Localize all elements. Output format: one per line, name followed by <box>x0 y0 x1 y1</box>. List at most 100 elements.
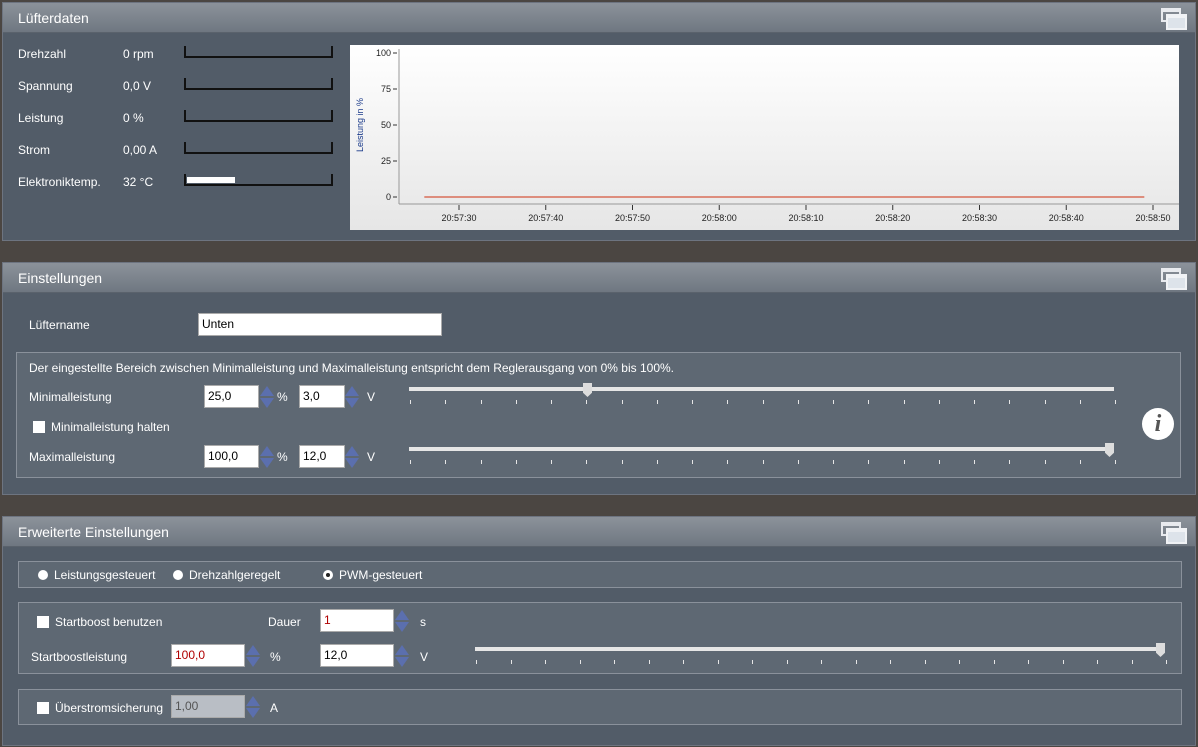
metric-label: Strom <box>18 143 51 157</box>
slider-thumb[interactable] <box>1105 443 1114 457</box>
slider-tick <box>410 400 411 404</box>
min-percent-input[interactable]: 25,0 <box>204 385 259 408</box>
unit-percent: % <box>277 450 288 464</box>
panel-erweitert: Erweiterte Einstellungen Leistungsgesteu… <box>2 516 1196 746</box>
fan-name-input[interactable]: Unten <box>198 313 442 336</box>
panel-title: Lüfterdaten <box>18 10 89 26</box>
slider-tick <box>959 660 960 664</box>
mode-group: Leistungsgesteuert Drehzahlgeregelt PWM-… <box>18 561 1182 588</box>
slider-tick <box>974 400 975 404</box>
slider-tick <box>656 460 658 464</box>
y-tick-label: 100 <box>376 48 391 58</box>
panel-header: Einstellungen <box>3 263 1195 293</box>
slider-tick <box>1062 660 1064 664</box>
slider-tick <box>821 660 822 664</box>
radio-drehzahlgeregelt[interactable] <box>173 570 183 580</box>
hold-min-checkbox[interactable] <box>33 421 45 433</box>
window-toggle-icon[interactable] <box>1161 522 1187 544</box>
x-tick-label: 20:57:50 <box>615 213 650 223</box>
unit-ampere: A <box>270 701 279 715</box>
mode-label: PWM-gesteuert <box>339 568 423 582</box>
slider-tick <box>924 660 926 664</box>
slider-track[interactable] <box>409 447 1114 451</box>
slider-tick <box>683 660 684 664</box>
max-volt-input[interactable]: 12,0 <box>299 445 345 468</box>
slider-tick <box>868 460 870 464</box>
y-tick-label: 75 <box>381 84 391 94</box>
slider-tick <box>1079 400 1081 404</box>
unit-percent: % <box>277 390 288 404</box>
slider-tick <box>545 660 546 664</box>
slider-tick <box>833 460 834 464</box>
slider-thumb[interactable] <box>1156 643 1165 657</box>
overcurrent-checkbox[interactable] <box>37 702 49 714</box>
boost-power-label: Startboostleistung <box>31 650 128 664</box>
slider-tick <box>1044 460 1046 464</box>
slider-tick <box>727 460 729 464</box>
slider-tick <box>586 460 588 464</box>
slider-tick <box>1115 460 1116 464</box>
boost-volt-spinner[interactable] <box>394 644 409 668</box>
slider-tick <box>656 400 658 404</box>
x-tick-label: 20:58:40 <box>1049 213 1084 223</box>
boost-percent-input[interactable]: 100,0 <box>171 644 245 667</box>
slider-tick <box>1115 400 1116 404</box>
startboost-checkbox[interactable] <box>37 616 49 628</box>
window-toggle-icon[interactable] <box>1161 8 1187 30</box>
min-volt-spinner[interactable] <box>344 385 359 409</box>
slider-tick <box>515 400 517 404</box>
metric-value: 0,00 A <box>123 143 158 157</box>
overcurrent-input: 1,00 <box>171 695 245 718</box>
slider-tick <box>480 460 482 464</box>
metric-label: Elektroniktemp. <box>18 175 101 189</box>
metric-bar <box>184 142 333 154</box>
dauer-spinner[interactable] <box>394 609 409 633</box>
unit-percent: % <box>270 650 281 664</box>
slider-tick <box>855 660 857 664</box>
slider-tick <box>614 660 615 664</box>
mode-label: Drehzahlgeregelt <box>189 568 281 582</box>
x-tick-label: 20:57:40 <box>528 213 563 223</box>
slider-tick <box>797 400 799 404</box>
max-percent-spinner[interactable] <box>259 445 274 469</box>
slider-track[interactable] <box>409 387 1114 391</box>
y-tick-label: 25 <box>381 156 391 166</box>
window-toggle-icon[interactable] <box>1161 268 1187 290</box>
metric-value: 0,0 V <box>123 79 152 93</box>
slider-tick <box>1079 460 1081 464</box>
boost-percent-spinner[interactable] <box>245 644 260 668</box>
boost-volt-input[interactable]: 12,0 <box>320 644 394 667</box>
overcurrent-label: Überstromsicherung <box>55 701 164 715</box>
slider-tick <box>621 460 623 464</box>
slider-tick <box>974 460 975 464</box>
startboost-group: Startboost benutzen Dauer 1 s Startboost… <box>18 602 1182 674</box>
slider-thumb[interactable] <box>583 383 592 397</box>
x-tick-label: 20:58:50 <box>1135 213 1170 223</box>
slider-tick <box>727 400 729 404</box>
x-tick-label: 20:58:00 <box>702 213 737 223</box>
dauer-input[interactable]: 1 <box>320 609 394 632</box>
slider-tick <box>1009 460 1011 464</box>
max-volt-spinner[interactable] <box>344 445 359 469</box>
mode-label: Leistungsgesteuert <box>54 568 156 582</box>
slider-tick <box>551 460 552 464</box>
unit-volt: V <box>367 450 376 464</box>
slider-tick <box>797 460 799 464</box>
y-axis-label: Leistung in % <box>355 98 365 152</box>
info-icon[interactable]: i <box>1142 408 1174 440</box>
slider-tick <box>621 400 623 404</box>
panel-header: Erweiterte Einstellungen <box>3 517 1195 547</box>
min-volt-input[interactable]: 3,0 <box>299 385 345 408</box>
min-percent-spinner[interactable] <box>259 385 274 409</box>
panel-luefterdaten: Lüfterdaten Drehzahl 0 rpm Spannung 0,0 … <box>2 2 1196 241</box>
overcurrent-group: Überstromsicherung 1,00 A <box>18 689 1182 725</box>
panel-header: Lüfterdaten <box>3 3 1195 33</box>
max-percent-input[interactable]: 100,0 <box>204 445 259 468</box>
x-tick-label: 20:58:30 <box>962 213 997 223</box>
min-power-label: Minimalleistung <box>29 390 112 404</box>
metric-value: 32 °C <box>123 175 154 189</box>
radio-pwm-gesteuert[interactable] <box>323 570 333 580</box>
slider-track[interactable] <box>475 647 1165 651</box>
radio-leistungsgesteuert[interactable] <box>38 570 48 580</box>
y-tick-label: 0 <box>386 192 391 202</box>
